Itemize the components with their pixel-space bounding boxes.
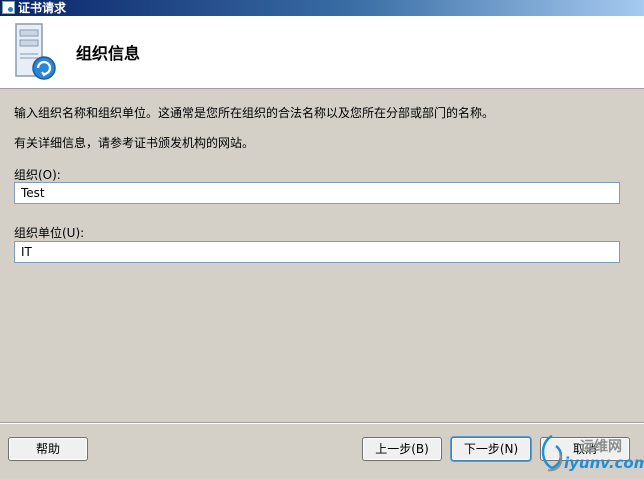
footer-divider (0, 422, 644, 424)
wizard-header: 组织信息 (0, 16, 644, 89)
organizational-unit-input[interactable] (14, 241, 620, 263)
certificate-app-icon (2, 1, 15, 14)
watermark-bottom-text: iyunv.com (564, 454, 644, 472)
watermark-top-text: 运维网 (580, 439, 622, 455)
description-text: 输入组织名称和组织单位。这通常是您所在组织的合法名称以及您所在分部或部门的名称。 (14, 106, 495, 120)
back-button[interactable]: 上一步(B) (362, 437, 442, 461)
page-title: 组织信息 (76, 44, 141, 63)
swirl-logo-icon (541, 434, 563, 472)
organization-input[interactable] (14, 182, 620, 204)
title-bar[interactable]: 证书请求 (0, 0, 644, 16)
more-info-text: 有关详细信息，请参考证书颁发机构的网站。 (14, 136, 255, 150)
organizational-unit-label: 组织单位(U): (14, 226, 85, 240)
site-watermark: 运维网 iyunv.com (538, 432, 644, 476)
certificate-server-icon (15, 23, 56, 80)
help-button[interactable]: 帮助 (8, 437, 88, 461)
organization-label: 组织(O): (14, 168, 61, 182)
next-button[interactable]: 下一步(N) (451, 437, 531, 461)
window-title: 证书请求 (18, 1, 67, 15)
